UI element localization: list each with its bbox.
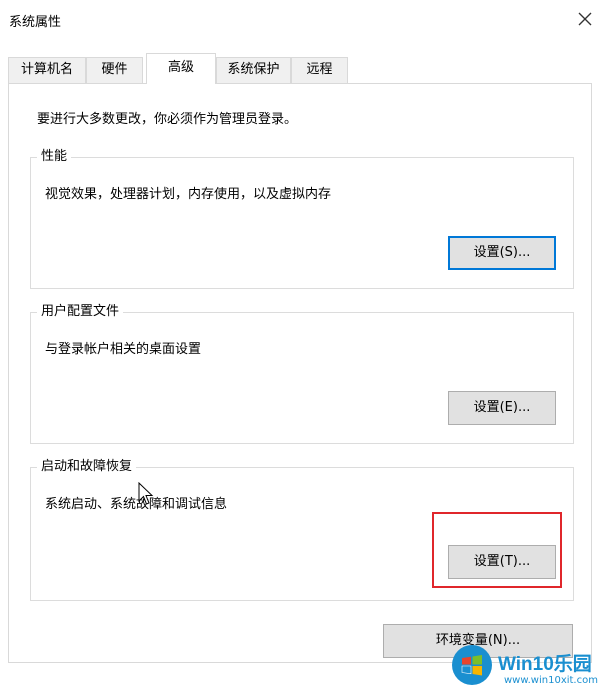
- watermark-brand: Win10乐园: [498, 654, 592, 675]
- user-profiles-description: 与登录帐户相关的桌面设置: [45, 342, 202, 357]
- window-title: 系统属性: [9, 15, 62, 30]
- tab-advanced[interactable]: 高级: [146, 53, 216, 84]
- startup-recovery-description: 系统启动、系统故障和调试信息: [45, 497, 228, 512]
- startup-recovery-legend: 启动和故障恢复: [37, 458, 137, 476]
- windows-logo-icon: [452, 645, 492, 685]
- user-profiles-settings-button[interactable]: 设置(E)...: [448, 391, 556, 425]
- close-icon: [578, 12, 592, 26]
- highlight-box: [432, 512, 562, 588]
- close-button[interactable]: [572, 6, 598, 32]
- tab-hardware[interactable]: 硬件: [86, 57, 143, 83]
- admin-notice: 要进行大多数更改，你必须作为管理员登录。: [37, 112, 298, 127]
- performance-legend: 性能: [37, 148, 72, 166]
- title-bar: 系统属性: [0, 0, 602, 38]
- mouse-cursor: [138, 481, 154, 510]
- performance-settings-button[interactable]: 设置(S)...: [448, 236, 556, 270]
- watermark-logo: Win10乐园 www.win10xit.com: [452, 645, 602, 693]
- performance-description: 视觉效果，处理器计划，内存使用，以及虚拟内存: [45, 187, 332, 202]
- tab-system-protection[interactable]: 系统保护: [216, 57, 291, 83]
- user-profiles-legend: 用户配置文件: [37, 303, 124, 321]
- tab-computer-name[interactable]: 计算机名: [8, 57, 86, 83]
- tab-remote[interactable]: 远程: [291, 57, 348, 83]
- pointer-cursor-icon: [138, 481, 154, 505]
- watermark-url: www.win10xit.com: [504, 675, 598, 686]
